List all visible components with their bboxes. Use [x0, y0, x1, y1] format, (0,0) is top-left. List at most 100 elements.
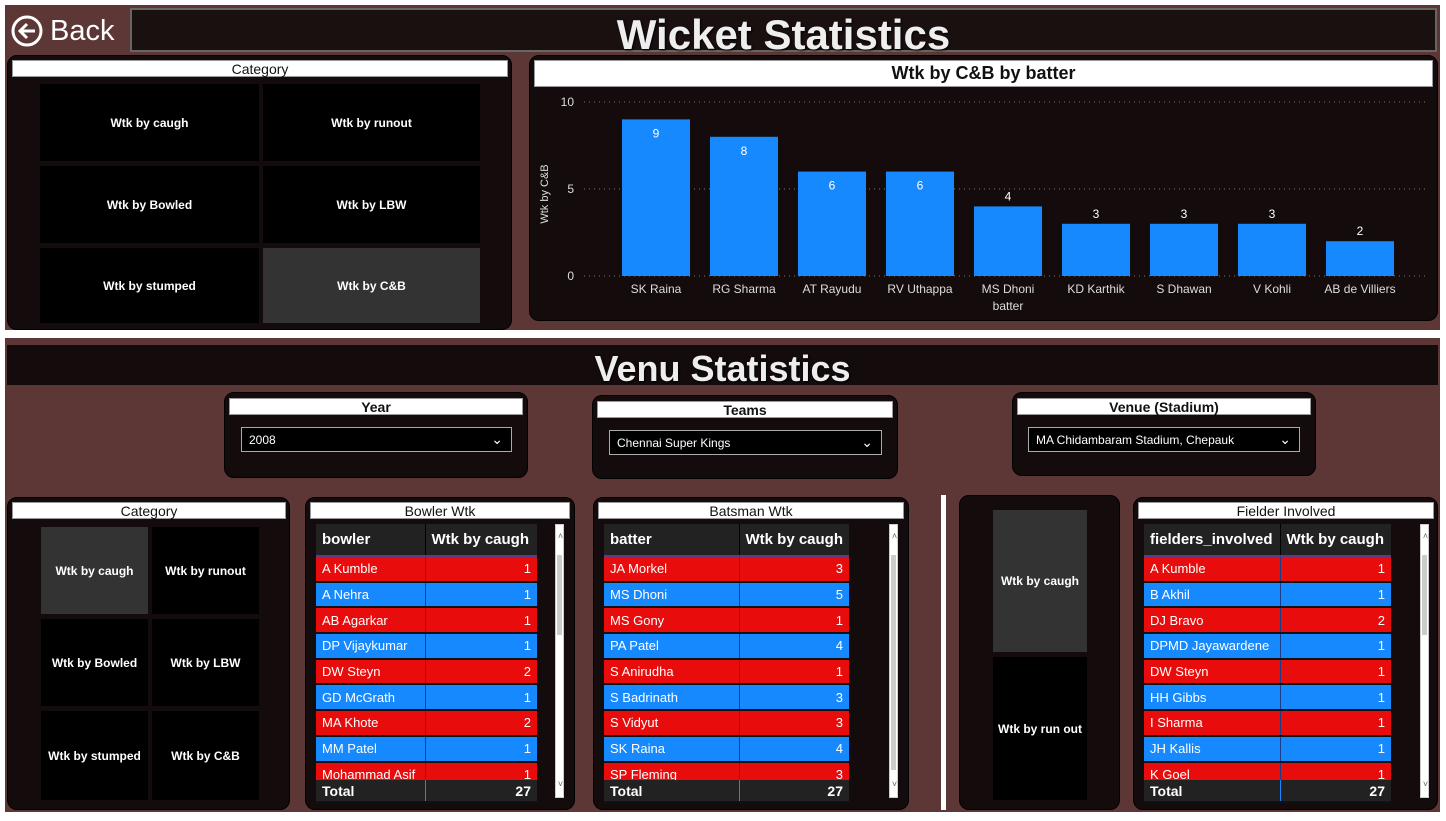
table-row[interactable]: JA Morkel 3 [604, 556, 849, 583]
scroll-up-icon[interactable]: ˄ [890, 531, 899, 541]
bar-ms-dhoni[interactable] [974, 206, 1042, 276]
bowler-scrollbar[interactable]: ˄ ˅ [555, 524, 564, 798]
row-name: K Goel [1144, 761, 1280, 780]
fielder-table: fielders_involved Wtk by caugh A Kumble 1 B … [1144, 524, 1391, 780]
scroll-down-icon[interactable]: ˅ [556, 779, 565, 789]
row-value: 3 [738, 556, 849, 583]
table-row[interactable]: S Vidyut 3 [604, 710, 849, 737]
row-name: A Kumble [1144, 556, 1280, 583]
bar-kd-karthik[interactable] [1062, 223, 1130, 276]
category-wtk-by-runout-button[interactable]: Wtk by runout [152, 527, 259, 614]
table-row[interactable]: A Nehra 1 [316, 581, 537, 609]
category-wtk-by-stumped-button[interactable]: Wtk by stumped [40, 248, 259, 323]
y-tick-label: 0 [567, 269, 574, 283]
column-header[interactable]: fielders_involved [1144, 524, 1280, 557]
category-wtk-by-lbw-button[interactable]: Wtk by LBW [263, 166, 480, 243]
category-wtk-by-lbw-button[interactable]: Wtk by LBW [152, 619, 259, 706]
scroll-thumb[interactable] [1422, 555, 1427, 635]
column-header[interactable]: bowler [316, 524, 425, 557]
category-wtk-by-bowled-button[interactable]: Wtk by Bowled [40, 166, 259, 243]
table-row[interactable]: K Goel 1 [1144, 761, 1391, 780]
table-row[interactable]: MS Gony 1 [604, 607, 849, 635]
row-value: 2 [424, 658, 537, 686]
table-row[interactable]: S Anirudha 1 [604, 658, 849, 686]
batsman-scrollbar[interactable]: ˄ ˅ [889, 524, 898, 798]
table-row[interactable]: GD McGrath 1 [316, 684, 537, 712]
bar-ab-de-villiers[interactable] [1326, 241, 1394, 276]
venue-dropdown[interactable]: MA Chidambaram Stadium, Chepauk ⌄ [1028, 427, 1300, 452]
batsman-title: Batsman Wtk [598, 502, 904, 519]
scroll-thumb[interactable] [557, 555, 562, 635]
row-name: DW Steyn [1144, 658, 1280, 686]
column-header[interactable]: Wtk by caugh [738, 524, 849, 557]
table-row[interactable]: Mohammad Asif 1 [316, 761, 537, 780]
table-row[interactable]: AB Agarkar 1 [316, 607, 537, 635]
x-tick-label: SK Raina [631, 282, 682, 296]
data-label: 8 [741, 144, 748, 158]
year-slicer: Year 2008 ⌄ [224, 392, 528, 478]
row-value: 1 [1279, 556, 1391, 583]
chevron-down-icon: ⌄ [491, 431, 503, 447]
scroll-down-icon[interactable]: ˅ [890, 779, 899, 789]
back-button[interactable]: Back [10, 10, 130, 52]
table-row[interactable]: SK Raina 4 [604, 735, 849, 763]
table-row[interactable]: DW Steyn 2 [316, 658, 537, 686]
table-row[interactable]: I Sharma 1 [1144, 710, 1391, 737]
batsman-total-row: Total 27 [604, 780, 849, 803]
bowler-title: Bowler Wtk [310, 502, 570, 519]
category-wtk-by-caugh-button[interactable]: Wtk by caugh [41, 527, 148, 614]
teams-dropdown[interactable]: Chennai Super Kings ⌄ [609, 430, 882, 455]
row-value: 1 [1279, 581, 1391, 609]
scroll-up-icon[interactable]: ˄ [1421, 531, 1430, 541]
column-header[interactable]: Wtk by caugh [424, 524, 537, 557]
row-value: 2 [1279, 607, 1391, 635]
table-header: batter Wtk by caugh [604, 524, 849, 557]
y-axis-label: Wtk by C&B [539, 164, 551, 223]
table-row[interactable]: DJ Bravo 2 [1144, 607, 1391, 635]
row-value: 1 [1279, 710, 1391, 737]
scroll-down-icon[interactable]: ˅ [1421, 779, 1430, 789]
category-wtk-by-caugh-button[interactable]: Wtk by caugh [993, 510, 1087, 652]
category-wtk-by-c-b-button[interactable]: Wtk by C&B [263, 248, 480, 323]
x-tick-label: KD Karthik [1067, 282, 1125, 296]
table-row[interactable]: B Akhil 1 [1144, 581, 1391, 609]
row-name: I Sharma [1144, 710, 1280, 737]
table-row[interactable]: JH Kallis 1 [1144, 735, 1391, 763]
category-wtk-by-c-b-button[interactable]: Wtk by C&B [152, 711, 259, 800]
scroll-thumb[interactable] [891, 555, 896, 770]
row-name: B Akhil [1144, 581, 1280, 609]
category-wtk-by-run-out-button[interactable]: Wtk by run out [993, 657, 1087, 800]
row-name: DW Steyn [316, 658, 425, 686]
category-wtk-by-caugh-button[interactable]: Wtk by caugh [40, 84, 259, 161]
table-row[interactable]: MA Khote 2 [316, 710, 537, 737]
scroll-up-icon[interactable]: ˄ [556, 531, 565, 541]
table-row[interactable]: A Kumble 1 [1144, 556, 1391, 583]
category-wtk-by-bowled-button[interactable]: Wtk by Bowled [41, 619, 148, 706]
category-wtk-by-stumped-button[interactable]: Wtk by stumped [41, 711, 148, 800]
year-label: Year [229, 398, 523, 415]
table-row[interactable]: SP Fleming 3 [604, 761, 849, 780]
column-header[interactable]: batter [604, 524, 739, 557]
table-row[interactable]: MS Dhoni 5 [604, 581, 849, 609]
row-value: 3 [738, 761, 849, 780]
bar-s-dhawan[interactable] [1150, 223, 1218, 276]
venue-value: MA Chidambaram Stadium, Chepauk [1036, 432, 1235, 447]
x-tick-label: S Dhawan [1156, 282, 1211, 296]
bar-v-kohli[interactable] [1238, 223, 1306, 276]
row-name: S Anirudha [604, 658, 739, 686]
table-row[interactable]: DPMD Jayawardene 1 [1144, 633, 1391, 660]
category-wtk-by-runout-button[interactable]: Wtk by runout [263, 84, 480, 161]
year-dropdown[interactable]: 2008 ⌄ [241, 427, 512, 452]
fielder-scrollbar[interactable]: ˄ ˅ [1420, 524, 1429, 798]
table-row[interactable]: A Kumble 1 [316, 556, 537, 583]
table-row[interactable]: DW Steyn 1 [1144, 658, 1391, 686]
column-header[interactable]: Wtk by caugh [1279, 524, 1391, 557]
table-row[interactable]: S Badrinath 3 [604, 684, 849, 712]
table-row[interactable]: PA Patel 4 [604, 633, 849, 660]
bowler-table: bowler Wtk by caugh A Kumble 1 A Nehra 1 AB Ag… [316, 524, 537, 780]
table-row[interactable]: DP Vijaykumar 1 [316, 633, 537, 660]
x-axis-label: batter [993, 299, 1024, 313]
table-row[interactable]: HH Gibbs 1 [1144, 684, 1391, 712]
bar-sk-raina[interactable] [622, 119, 690, 277]
table-row[interactable]: MM Patel 1 [316, 735, 537, 763]
